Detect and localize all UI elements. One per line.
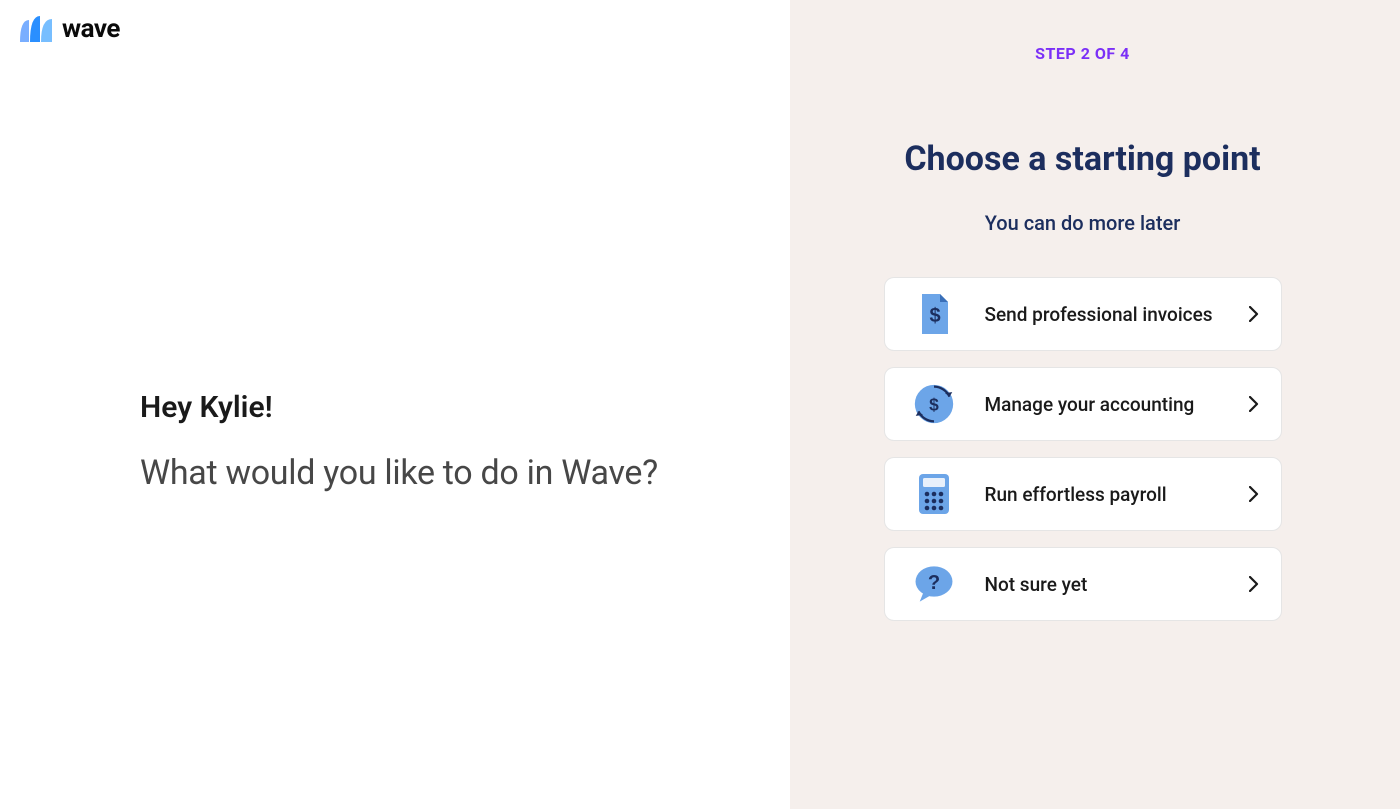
option-label: Manage your accounting [985,393,1219,416]
option-accounting[interactable]: $ Manage your accounting [884,367,1282,441]
question-text: What would you like to do in Wave? [140,453,710,493]
options-list: $ Send professional invoices $ Manage yo… [884,277,1282,621]
chevron-right-icon [1249,396,1259,412]
svg-text:$: $ [929,394,939,414]
question-icon: ? [913,563,955,605]
option-not-sure[interactable]: ? Not sure yet [884,547,1282,621]
chevron-right-icon [1249,576,1259,592]
wave-logo-text: wave [62,14,120,44]
greeting-heading: Hey Kylie! [140,390,710,425]
payroll-icon [913,473,955,515]
step-indicator: STEP 2 OF 4 [1035,44,1130,63]
option-label: Run effortless payroll [985,483,1219,506]
wave-logo: wave [18,14,772,44]
chevron-right-icon [1249,306,1259,322]
left-content: Hey Kylie! What would you like to do in … [140,390,710,493]
accounting-icon: $ [913,383,955,425]
option-label: Not sure yet [985,573,1219,596]
page-subtitle: You can do more later [985,211,1181,235]
left-panel: wave Hey Kylie! What would you like to d… [0,0,790,809]
page-title: Choose a starting point [904,139,1260,179]
option-label: Send professional invoices [985,303,1219,326]
wave-logo-mark [18,14,56,44]
option-invoices[interactable]: $ Send professional invoices [884,277,1282,351]
right-panel: STEP 2 OF 4 Choose a starting point You … [790,0,1400,809]
svg-text:?: ? [927,572,939,594]
invoice-icon: $ [913,293,955,335]
chevron-right-icon [1249,486,1259,502]
option-payroll[interactable]: Run effortless payroll [884,457,1282,531]
svg-text:$: $ [929,305,940,327]
